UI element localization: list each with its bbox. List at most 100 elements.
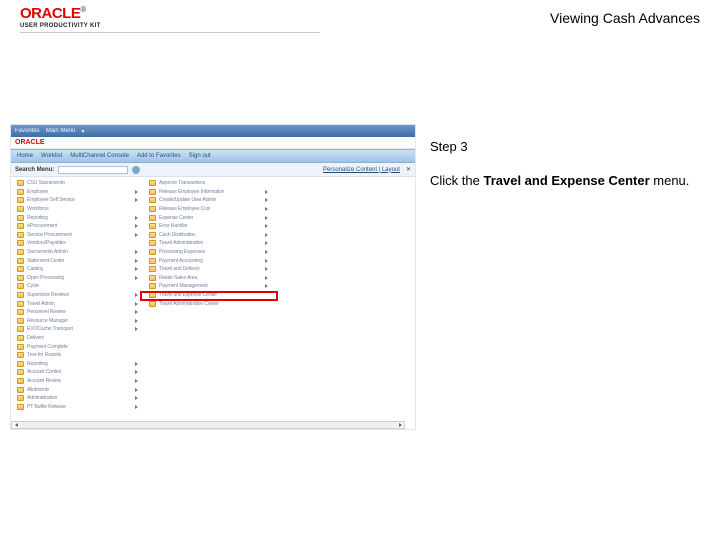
submenu-arrow-icon <box>135 276 138 280</box>
menu-item[interactable]: Payment Accounting <box>143 256 273 265</box>
folder-icon <box>149 232 156 238</box>
menu-item-label: Service Procurement <box>27 232 72 238</box>
menu-item-label: Release Employee Information <box>159 189 224 195</box>
menu-item[interactable]: Error Handler <box>143 222 273 231</box>
menu-item[interactable]: Open Processing <box>11 274 143 283</box>
header-divider <box>20 32 320 33</box>
menu-item[interactable]: Cash Distribution <box>143 231 273 240</box>
submenu-arrow-icon <box>265 267 268 271</box>
menu-item[interactable]: Administration <box>11 394 143 403</box>
menu-item[interactable]: Travel Administration Center <box>143 299 273 308</box>
menu-item[interactable]: Supervisor Reviews <box>11 291 143 300</box>
folder-icon <box>17 180 24 186</box>
submenu-arrow-icon <box>135 379 138 383</box>
tab-item[interactable]: Add to Favorites <box>137 153 181 159</box>
menu-item[interactable]: Release Employee Cost <box>143 205 273 214</box>
folder-icon <box>17 369 24 375</box>
topbar-item[interactable]: Favorites <box>15 128 40 134</box>
menu-item[interactable]: Account Control <box>11 368 143 377</box>
submenu-arrow-icon <box>135 302 138 306</box>
menu-item[interactable]: eProcurement <box>11 222 143 231</box>
menu-item[interactable]: Travel Administration <box>143 239 273 248</box>
folder-icon <box>17 344 24 350</box>
menu-item[interactable]: Travel and Delivery <box>143 265 273 274</box>
close-icon[interactable]: ✕ <box>406 166 411 173</box>
brand-block: ORACLE® USER PRODUCTIVITY KIT <box>20 6 101 29</box>
folder-icon <box>149 283 156 289</box>
tab-item[interactable]: MultiChannel Console <box>70 153 129 159</box>
menu-item-label: Open Processing <box>27 275 64 281</box>
scroll-right-arrow[interactable] <box>396 422 404 428</box>
menu-item[interactable]: Relate Sales Area <box>143 274 273 283</box>
folder-icon <box>149 206 156 212</box>
menu-item[interactable]: Statement Center <box>11 256 143 265</box>
submenu-arrow-icon <box>265 224 268 228</box>
menu-item[interactable]: Cycle <box>11 282 143 291</box>
submenu-arrow-icon <box>135 216 138 220</box>
menu-item[interactable]: Allotments <box>11 385 143 394</box>
tab-item[interactable]: Sign out <box>189 153 211 159</box>
menu-item-label: Allotments <box>27 387 49 393</box>
menu-item-label: Supervisor Reviews <box>27 292 69 298</box>
menu-item-label: PT Buffer Release <box>27 404 66 410</box>
search-go-button[interactable] <box>132 166 140 174</box>
menu-item-label: Approve Transactions <box>159 180 205 186</box>
window-topbar: Favorites Main Menu ▾ <box>11 125 415 137</box>
menu-item[interactable]: Vendors/Payables <box>11 239 143 248</box>
menu-item[interactable]: Service Procurement <box>11 231 143 240</box>
submenu-arrow-icon <box>135 310 138 314</box>
menu-item[interactable]: Payment Complete <box>11 342 143 351</box>
menu-item[interactable]: Sacramento Admin <box>11 248 143 257</box>
submenu-arrow-icon <box>135 388 138 392</box>
trademark-symbol: ® <box>80 5 85 14</box>
menu-item-label: Vendors/Payables <box>27 240 66 246</box>
menu-item[interactable]: Reporting <box>11 359 143 368</box>
menu-item[interactable]: Delivery <box>11 334 143 343</box>
page-title: Viewing Cash Advances <box>550 6 700 26</box>
menu-item-label: eProcurement <box>27 223 57 229</box>
menu-item[interactable]: Reporting <box>11 213 143 222</box>
menu-item-label: Catalog <box>27 266 43 272</box>
search-input[interactable] <box>58 166 128 174</box>
menu-item[interactable]: Personnel Review <box>11 308 143 317</box>
topbar-item[interactable]: Main Menu <box>46 128 76 134</box>
folder-icon <box>149 240 156 246</box>
menu-item[interactable]: PT Buffer Release <box>11 402 143 411</box>
menu-item[interactable]: Release Employee Information <box>143 188 273 197</box>
menu-item-label: Travel Administration Center <box>159 301 219 307</box>
app-screenshot: Favorites Main Menu ▾ ORACLE HomeWorklis… <box>10 124 416 430</box>
tab-item[interactable]: Worklist <box>41 153 62 159</box>
menu-item[interactable]: Processing Expenses <box>143 248 273 257</box>
menu-item-label: Travel Admin <box>27 301 55 307</box>
menu-item[interactable]: Expense Center <box>143 213 273 222</box>
folder-icon <box>17 258 24 264</box>
menu-item[interactable]: CSU Sacramento <box>11 179 143 188</box>
menu-item[interactable]: EVOCache Transport <box>11 325 143 334</box>
menu-item[interactable]: Workforce <box>11 205 143 214</box>
chevron-down-icon: ▾ <box>81 128 84 135</box>
menu-item[interactable]: Travel Admin <box>11 299 143 308</box>
menu-item[interactable]: Employee <box>11 188 143 197</box>
menu-item[interactable]: Account Review <box>11 377 143 386</box>
menu-item[interactable]: Approve Transactions <box>143 179 273 188</box>
search-bar: Search Menu: Personalize Content | Layou… <box>11 163 415 177</box>
menu-item[interactable]: Payment Management <box>143 282 273 291</box>
folder-icon <box>149 249 156 255</box>
submenu-arrow-icon <box>135 198 138 202</box>
menu-item[interactable]: Resource Manager <box>11 317 143 326</box>
horizontal-scrollbar[interactable] <box>11 421 405 429</box>
menu-item[interactable]: Travel and Expense Center <box>143 291 273 300</box>
tab-item[interactable]: Home <box>17 153 33 159</box>
menu-item-label: Resource Manager <box>27 318 68 324</box>
menu-item[interactable]: Tree for Reports <box>11 351 143 360</box>
menu-item[interactable]: Create/Update User Admin <box>143 196 273 205</box>
menu-item-label: Account Control <box>27 369 61 375</box>
menu-item-label: Expense Center <box>159 215 193 221</box>
menu-item[interactable]: Catalog <box>11 265 143 274</box>
scroll-left-arrow[interactable] <box>12 422 20 428</box>
personalize-link[interactable]: Personalize Content | Layout <box>323 167 400 173</box>
folder-icon <box>17 189 24 195</box>
menu-item-label: Statement Center <box>27 258 64 264</box>
menu-item[interactable]: Employee Self Service <box>11 196 143 205</box>
folder-icon <box>17 275 24 281</box>
